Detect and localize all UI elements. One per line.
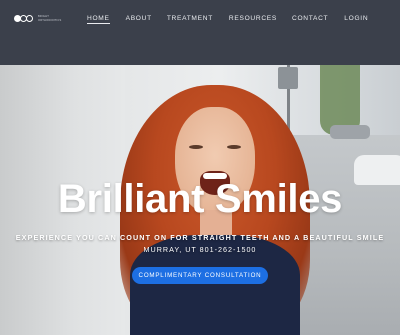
hero-location-phone: MURRAY, UT 801-262-1500 [143, 245, 257, 254]
logo-text-line2: ORTHODONTICS [38, 18, 62, 22]
hero-tagline: EXPERIENCE YOU CAN COUNT ON FOR STRAIGHT… [15, 233, 385, 242]
hero-text: Brilliant Smiles EXPERIENCE YOU CAN COUN… [0, 65, 400, 335]
nav-item-home[interactable]: HOME [87, 15, 110, 24]
hero-headline: Brilliant Smiles [57, 177, 343, 221]
hero-section: Brilliant Smiles EXPERIENCE YOU CAN COUN… [0, 65, 400, 335]
main-nav: HOME ABOUT TREATMENT RESOURCES CONTACT L… [87, 15, 368, 24]
nav-item-login[interactable]: LOGIN [344, 15, 368, 24]
nav-item-resources[interactable]: RESOURCES [229, 15, 277, 24]
consultation-button[interactable]: COMPLIMENTARY CONSULTATION [132, 267, 268, 284]
site-header: BRIGHT ORTHODONTICS HOME ABOUT TREATMENT… [0, 0, 400, 65]
nav-item-treatment[interactable]: TREATMENT [167, 15, 213, 24]
logo[interactable]: BRIGHT ORTHODONTICS [14, 15, 61, 22]
logo-text: BRIGHT ORTHODONTICS [38, 15, 61, 22]
logo-mark-icon [14, 15, 33, 22]
nav-item-about[interactable]: ABOUT [126, 15, 152, 24]
nav-item-contact[interactable]: CONTACT [292, 15, 328, 24]
